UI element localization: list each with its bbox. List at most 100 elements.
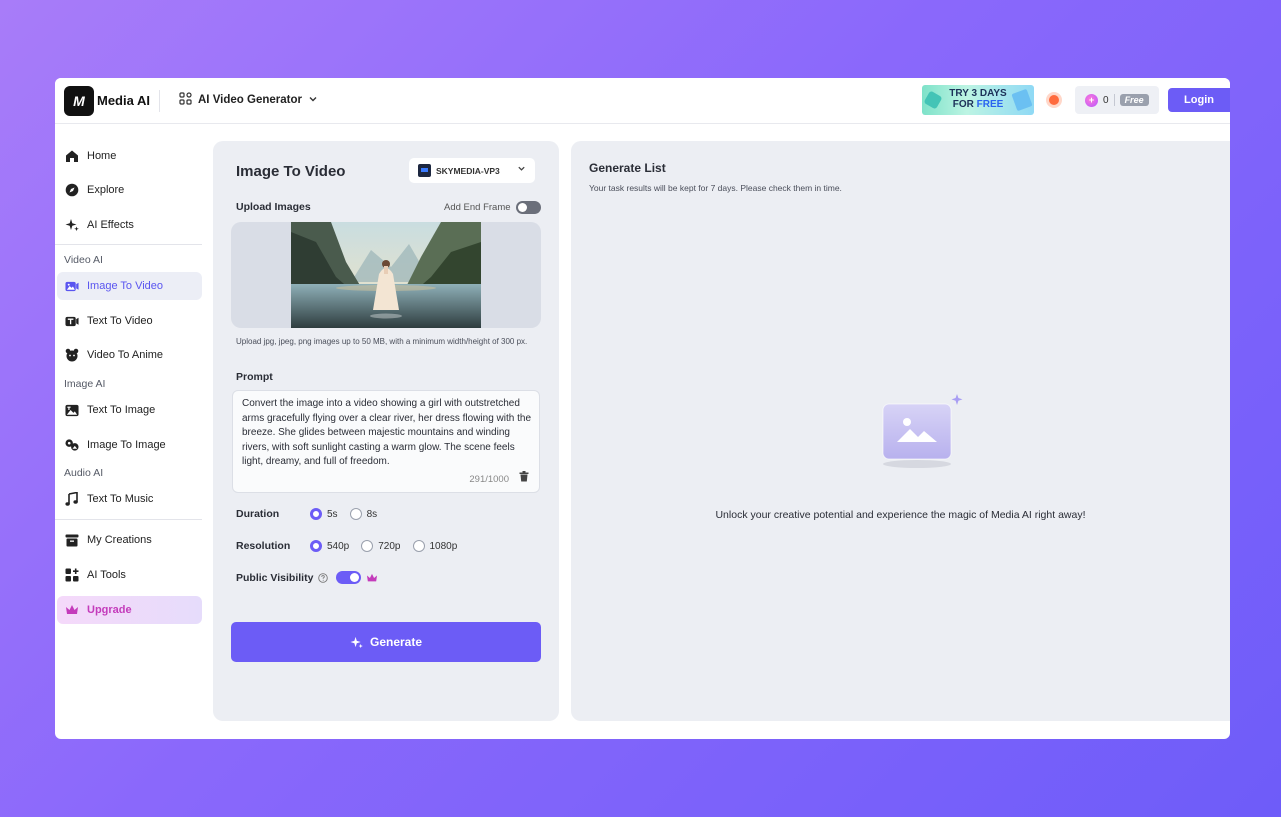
resolution-option-720p[interactable]: 720p xyxy=(361,540,401,552)
resolution-row: Resolution 540p 720p 1080p xyxy=(236,540,469,552)
resolution-option-label: 540p xyxy=(327,540,350,552)
duration-option-label: 8s xyxy=(366,508,378,520)
sidebar-item-video-to-anime[interactable]: Video To Anime xyxy=(57,341,202,369)
radio-icon xyxy=(412,540,425,552)
sparkle-icon xyxy=(350,636,363,649)
upload-dropzone[interactable] xyxy=(231,222,541,328)
add-end-frame-toggle[interactable] xyxy=(515,201,541,214)
sidebar-item-text-to-video[interactable]: Text To Video xyxy=(57,307,202,335)
sidebar-item-label: AI Effects xyxy=(87,219,134,231)
promo-line1: TRY 3 DAYS xyxy=(949,88,1007,99)
sidebar-item-ai-tools[interactable]: AI Tools xyxy=(57,561,202,589)
model-logo-icon xyxy=(418,164,431,177)
sidebar-item-label: Image To Video xyxy=(87,280,164,292)
promo-decoration xyxy=(1011,88,1033,112)
sidebar-item-label: My Creations xyxy=(87,534,152,546)
sidebar-item-label: Home xyxy=(87,150,117,162)
resolution-option-540p[interactable]: 540p xyxy=(310,540,349,552)
resolution-option-1080p[interactable]: 1080p xyxy=(412,540,458,552)
compass-icon xyxy=(65,183,79,197)
promo-line2: FOR FREE xyxy=(946,99,1010,110)
sidebar-item-label: Text To Video xyxy=(87,315,153,327)
sidebar-item-label: Video To Anime xyxy=(87,349,164,361)
section-label-image-ai: Image AI xyxy=(64,378,106,390)
generate-list-panel: Generate List Your task results will be … xyxy=(571,141,1230,721)
image-to-video-form: Image To Video SKYMEDIA-VP3 Upload Image… xyxy=(213,141,559,721)
radio-selected-icon xyxy=(310,508,322,520)
add-end-frame: Add End Frame xyxy=(444,201,541,214)
promo-line2-free: FREE xyxy=(976,99,1004,110)
ai-video-generator-menu[interactable]: AI Video Generator xyxy=(179,92,318,108)
model-select[interactable]: SKYMEDIA-VP3 xyxy=(409,158,535,183)
login-button[interactable]: Login xyxy=(1168,88,1230,112)
sidebar-item-label: AI Tools xyxy=(87,569,126,581)
radio-icon xyxy=(349,508,362,520)
public-visibility-toggle[interactable] xyxy=(336,571,362,584)
model-name: SKYMEDIA-VP3 xyxy=(436,165,500,176)
empty-state-message: Unlock your creative potential and exper… xyxy=(715,509,1086,521)
credits-count: 0 xyxy=(1103,94,1109,106)
promo-decoration xyxy=(923,90,943,110)
app-name[interactable]: Media AI xyxy=(97,93,150,108)
duration-option-8s[interactable]: 8s xyxy=(349,508,378,520)
sidebar-item-upgrade[interactable]: Upgrade xyxy=(57,596,202,624)
app-window: M Media AI AI Video Generator TRY 3 DAYS… xyxy=(55,78,1230,739)
prompt-textarea[interactable]: Convert the image into a video showing a… xyxy=(232,390,540,493)
sidebar-item-my-creations[interactable]: My Creations xyxy=(57,526,202,554)
radio-icon xyxy=(361,540,374,552)
header-divider xyxy=(159,90,160,112)
prompt-text[interactable]: Convert the image into a video showing a… xyxy=(242,397,534,470)
sidebar-item-label: Image To Image xyxy=(87,439,166,451)
sidebar-item-text-to-image[interactable]: Text To Image xyxy=(57,396,202,424)
trash-icon[interactable] xyxy=(519,471,529,485)
logo-icon[interactable]: M xyxy=(64,86,94,116)
chevron-down-icon xyxy=(517,164,526,175)
sidebar-item-text-to-music[interactable]: Text To Music xyxy=(57,485,202,513)
resolution-label: Resolution xyxy=(236,540,291,552)
plan-badge: Free xyxy=(1119,94,1149,106)
generate-button[interactable]: Generate xyxy=(231,622,541,662)
promo-line2-prefix: FOR xyxy=(952,99,974,110)
char-count: 291/1000 xyxy=(469,474,509,485)
credits-widget[interactable]: + 0 Free xyxy=(1075,86,1159,114)
home-icon xyxy=(65,149,79,163)
generate-label: Generate xyxy=(369,635,423,649)
promo-text: TRY 3 DAYS FOR FREE xyxy=(946,88,1010,110)
duration-option-5s[interactable]: 5s xyxy=(310,508,338,520)
credits-divider xyxy=(1113,94,1115,106)
sidebar-item-image-to-image[interactable]: Image To Image xyxy=(57,431,202,459)
top-bar: M Media AI AI Video Generator TRY 3 DAYS… xyxy=(55,78,1230,124)
crown-icon xyxy=(65,603,79,617)
crown-icon xyxy=(366,573,378,583)
generate-list-subtitle: Your task results will be kept for 7 day… xyxy=(589,183,842,193)
resolution-option-label: 1080p xyxy=(429,540,458,552)
duration-option-label: 5s xyxy=(327,508,338,520)
text-image-icon xyxy=(65,403,79,417)
sidebar-item-home[interactable]: Home xyxy=(57,142,202,170)
sidebar-divider xyxy=(55,519,202,520)
ai-video-generator-label: AI Video Generator xyxy=(198,94,302,106)
section-label-video-ai: Video AI xyxy=(64,254,103,266)
visibility-label: Public Visibility xyxy=(236,571,314,584)
sidebar-item-label: Text To Image xyxy=(87,404,156,416)
section-label-audio-ai: Audio AI xyxy=(64,467,104,479)
sidebar-item-ai-effects[interactable]: AI Effects xyxy=(57,211,202,239)
uploaded-image-preview[interactable] xyxy=(291,222,481,328)
sidebar-item-image-to-video[interactable]: Image To Video xyxy=(57,272,202,300)
radio-selected-icon xyxy=(310,540,322,552)
sparkle-icon xyxy=(65,218,79,232)
duration-row: Duration 5s 8s xyxy=(236,508,389,520)
resolution-option-label: 720p xyxy=(378,540,401,552)
add-end-frame-label: Add End Frame xyxy=(444,202,511,213)
archive-icon xyxy=(65,533,79,547)
free-trial-banner[interactable]: TRY 3 DAYS FOR FREE xyxy=(922,85,1034,115)
visibility-row: Public Visibility xyxy=(236,571,378,584)
prompt-label: Prompt xyxy=(236,371,273,383)
help-circle-icon[interactable] xyxy=(318,572,329,583)
text-video-icon xyxy=(65,314,79,328)
notification-dot-icon[interactable] xyxy=(1049,95,1059,105)
sidebar-item-explore[interactable]: Explore xyxy=(57,176,202,204)
chevron-down-icon xyxy=(308,94,318,107)
anime-face-icon xyxy=(65,348,79,362)
sidebar-item-label: Text To Music xyxy=(87,493,154,505)
